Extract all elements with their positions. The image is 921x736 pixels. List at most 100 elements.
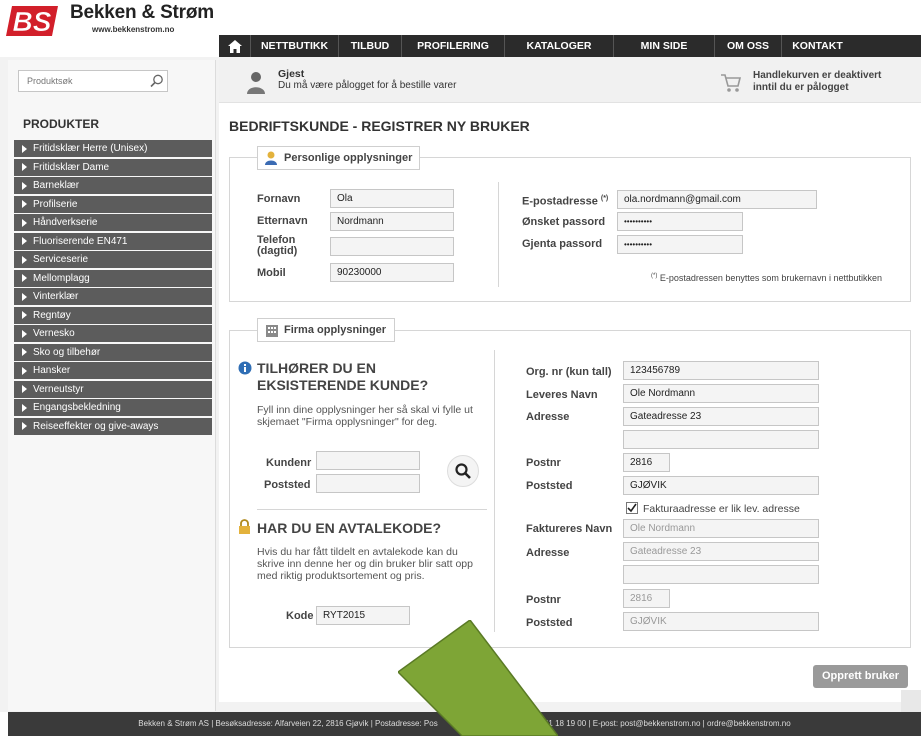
personal-info-legend: Personlige opplysninger [257, 146, 420, 170]
sidebar-item-vernesko[interactable]: Vernesko [14, 325, 212, 342]
invoice-address-field-2[interactable] [623, 565, 819, 584]
sidebar-item-reiseeffekter[interactable]: Reiseeffekter og give-aways [14, 417, 212, 435]
agreement-code-field[interactable]: RYT2015 [316, 606, 410, 625]
sidebar-item-hansker[interactable]: Hansker [14, 362, 212, 379]
delivery-name-label: Leveres Navn [526, 389, 598, 401]
sidebar-item-label: Håndverkserie [33, 217, 98, 228]
sidebar-item-fritidsklaer-herre[interactable]: Fritidsklær Herre (Unisex) [14, 140, 212, 157]
nav-om-oss[interactable]: OM OSS [715, 35, 782, 57]
user-icon [247, 72, 265, 94]
nav-min-side[interactable]: MIN SIDE [614, 35, 715, 57]
invoice-name-label: Faktureres Navn [526, 523, 613, 535]
agreement-code-label: Kode [286, 610, 314, 622]
nav-tilbud[interactable]: TILBUD [339, 35, 402, 57]
product-list: Fritidsklær Herre (Unisex) Fritidsklær D… [14, 140, 212, 436]
sidebar-item-mellomplagg[interactable]: Mellomplagg [14, 269, 212, 287]
nav-kataloger[interactable]: KATALOGER [505, 35, 614, 57]
phone-label-line2: (dagtid) [257, 245, 298, 257]
required-mark: (*) [600, 195, 609, 202]
lookup-button[interactable] [447, 455, 479, 487]
nav-home[interactable] [219, 35, 251, 57]
first-name-field[interactable]: Ola [330, 189, 454, 208]
invoice-postcode-label: Postnr [526, 594, 561, 606]
nav-profilering[interactable]: PROFILERING [402, 35, 505, 57]
nav-kontakt[interactable]: KONTAKT [782, 35, 853, 57]
caret-right-icon [22, 255, 27, 264]
password-field[interactable]: •••••••••• [617, 212, 743, 231]
invoice-same-checkbox[interactable] [626, 502, 638, 514]
invoice-name-field[interactable]: Ole Nordmann [623, 519, 819, 538]
sidebar-item-regntoy[interactable]: Regntøy [14, 306, 212, 324]
sidebar-item-profilserie[interactable]: Profilserie [14, 195, 212, 213]
lock-icon [239, 519, 250, 534]
sidebar-item-label: Profilserie [33, 198, 78, 210]
sidebar-item-verneutstyr[interactable]: Verneutstyr [14, 380, 212, 398]
email-field[interactable]: ola.nordmann@gmail.com [617, 190, 817, 209]
invoice-city-label: Poststed [526, 617, 573, 629]
city-field[interactable]: GJØVIK [623, 476, 819, 495]
page-edge [901, 690, 921, 712]
sidebar-item-label: Barneklær [33, 180, 80, 191]
sidebar-item-serviceserie[interactable]: Serviceserie [14, 251, 212, 268]
caret-right-icon [22, 144, 27, 153]
postcode-field[interactable]: 2816 [623, 453, 670, 472]
email-note-text: E-postadressen benyttes som brukernavn i… [659, 273, 882, 283]
caret-right-icon [22, 274, 27, 282]
brand-url: www.bekkenstrom.no [92, 25, 175, 34]
sidebar-item-fritidsklaer-dame[interactable]: Fritidsklær Dame [14, 158, 212, 176]
building-icon [266, 325, 278, 337]
search-icon[interactable] [149, 73, 165, 89]
invoice-address-label: Adresse [526, 547, 570, 559]
caret-right-icon [22, 311, 27, 319]
invoice-postcode-field[interactable]: 2816 [623, 589, 670, 608]
sidebar-item-engangsbekledning[interactable]: Engangsbekledning [14, 399, 212, 416]
sidebar-item-fluoriserende[interactable]: Fluoriserende EN471 [14, 232, 212, 250]
caret-right-icon [22, 163, 27, 171]
address-field[interactable]: Gateadresse 23 [623, 407, 819, 426]
logo-mark[interactable]: BS [6, 4, 62, 38]
company-info-legend: Firma opplysninger [257, 318, 395, 342]
invoice-city-field[interactable]: GJØVIK [623, 612, 819, 631]
create-user-button[interactable]: Opprett bruker [813, 665, 908, 688]
caret-right-icon [22, 329, 27, 338]
sidebar-item-label: Fritidsklær Herre (Unisex) [33, 143, 148, 154]
sidebar-item-label: Verneutstyr [33, 383, 84, 395]
nav-nettbutikk[interactable]: NETTBUTIKK [251, 35, 339, 57]
footer-text-right: elefon: 61 18 19 00 | E-post: post@bekke… [517, 719, 791, 728]
address-field-2[interactable] [623, 430, 819, 449]
delivery-name-field[interactable]: Ole Nordmann [623, 384, 819, 403]
phone-field[interactable] [330, 237, 454, 256]
cart-icon [721, 74, 742, 92]
sidebar-item-label: Sko og tilbehør [33, 346, 101, 358]
password-repeat-field[interactable]: •••••••••• [617, 235, 743, 254]
guest-text: Du må være pålogget for å bestille varer [278, 80, 457, 91]
invoice-same-label: Fakturaadresse er lik lev. adresse [643, 503, 800, 515]
invoice-address-field[interactable]: Gateadresse 23 [623, 542, 819, 561]
cart-status-line2: inntil du er pålogget [753, 82, 849, 93]
sidebar-item-barneklaer[interactable]: Barneklær [14, 177, 212, 194]
existing-city-field[interactable] [316, 474, 420, 493]
sidebar-item-label: Fluoriserende EN471 [33, 235, 128, 247]
page-title: BEDRIFTSKUNDE - REGISTRER NY BRUKER [229, 118, 530, 134]
caret-right-icon [22, 422, 27, 430]
mobile-field[interactable]: 90230000 [330, 263, 454, 282]
divider [498, 182, 499, 287]
org-no-field[interactable]: 123456789 [623, 361, 819, 380]
guest-title: Gjest [278, 68, 305, 80]
separator [257, 509, 487, 510]
customer-no-field[interactable] [316, 451, 420, 470]
agreement-heading: HAR DU EN AVTALEKODE? [257, 520, 442, 536]
product-search [18, 70, 168, 92]
caret-right-icon [22, 181, 27, 190]
caret-right-icon [22, 385, 27, 393]
sidebar-item-label: Hansker [33, 365, 71, 376]
sidebar-item-handverkserie[interactable]: Håndverkserie [14, 214, 212, 231]
search-input[interactable] [19, 71, 147, 91]
phone-label: Telefon (dagtid) [257, 235, 297, 257]
sidebar-item-vinterklaer[interactable]: Vinterklær [14, 288, 212, 305]
search-icon [455, 463, 471, 479]
last-name-field[interactable]: Nordmann [330, 212, 454, 231]
last-name-label: Etternavn [257, 215, 308, 227]
sidebar-item-sko-og-tilbehor[interactable]: Sko og tilbehør [14, 343, 212, 361]
address-label: Adresse [526, 411, 570, 423]
